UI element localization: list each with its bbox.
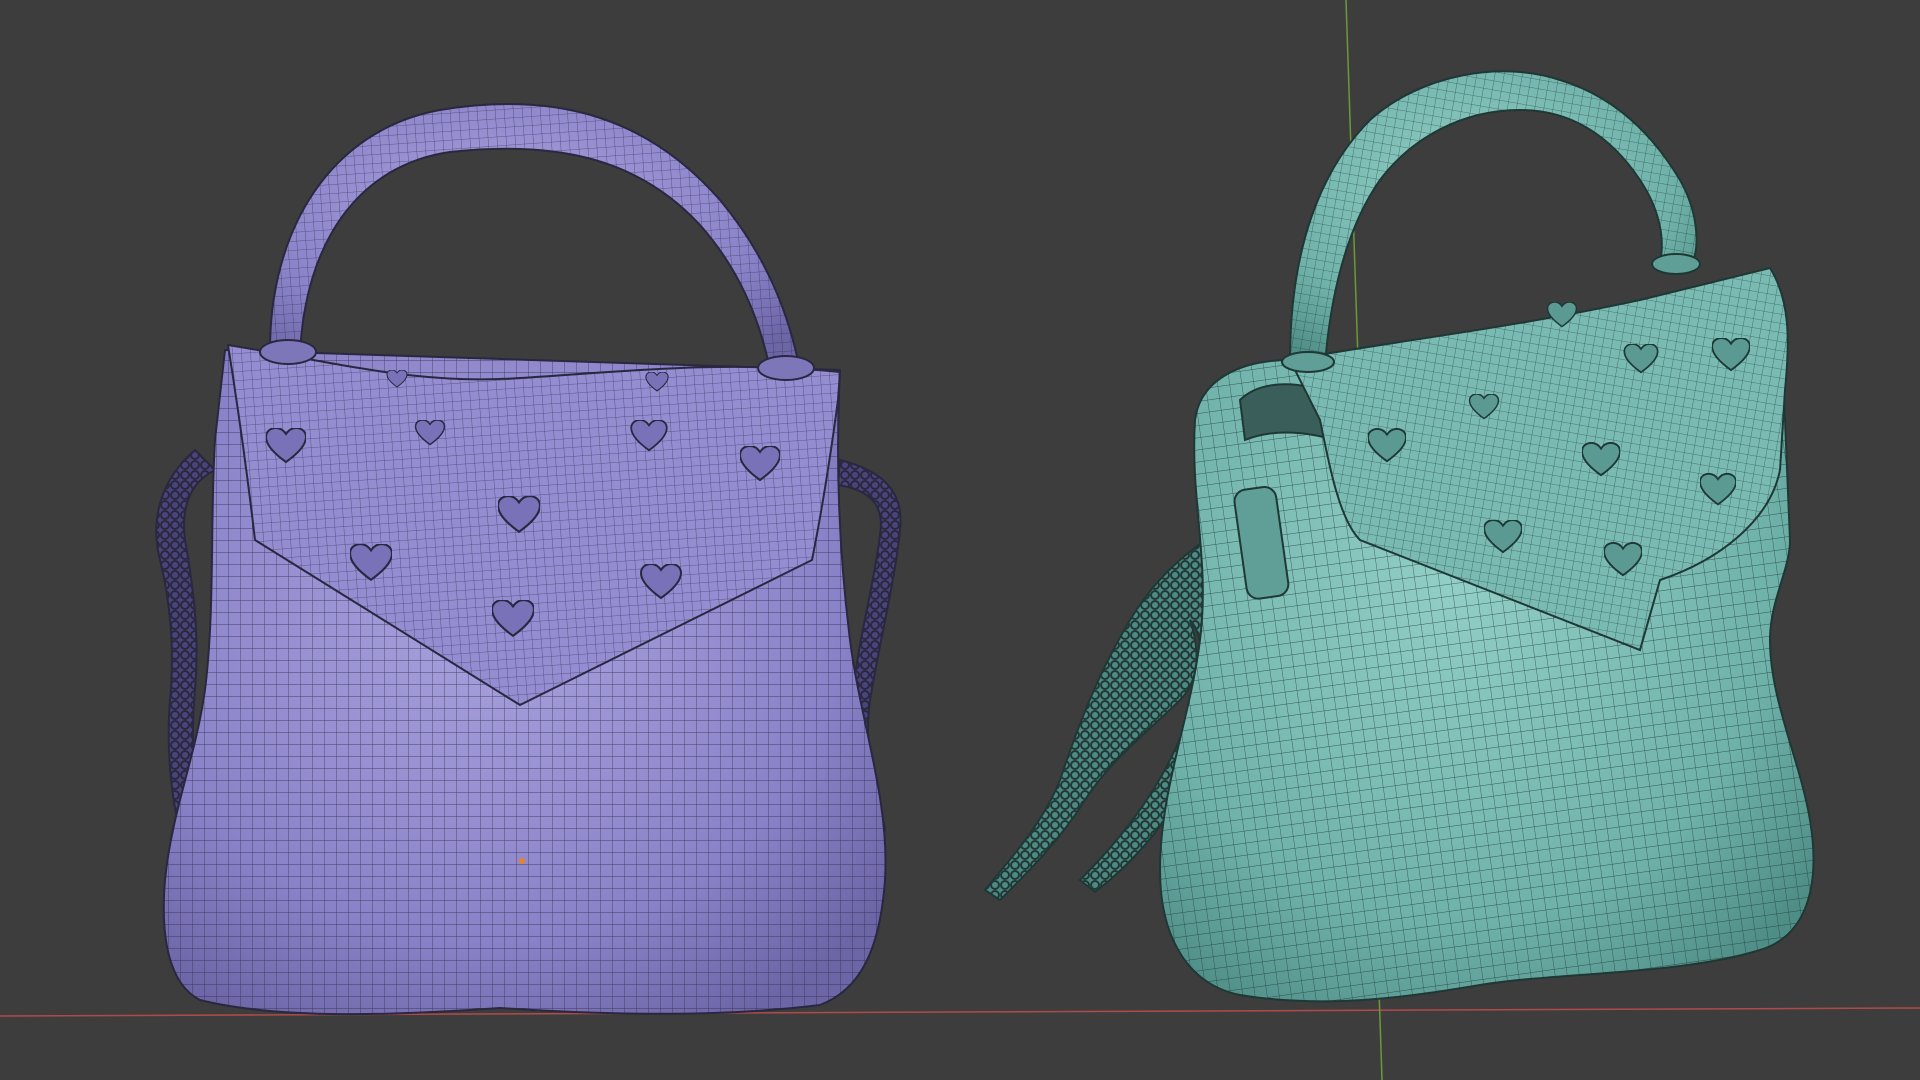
handle-ring-right <box>1651 253 1701 275</box>
handle-ring-right <box>757 355 815 381</box>
viewport-canvas[interactable] <box>0 0 1920 1080</box>
handbag-front-view[interactable] <box>155 103 902 1016</box>
3d-viewport[interactable] <box>0 0 1920 1080</box>
handbag-three-quarter-view[interactable] <box>983 70 1815 1003</box>
object-origin-marker[interactable] <box>519 858 525 864</box>
handle-ring-left <box>1281 351 1335 373</box>
handle-ring-left <box>259 339 317 365</box>
